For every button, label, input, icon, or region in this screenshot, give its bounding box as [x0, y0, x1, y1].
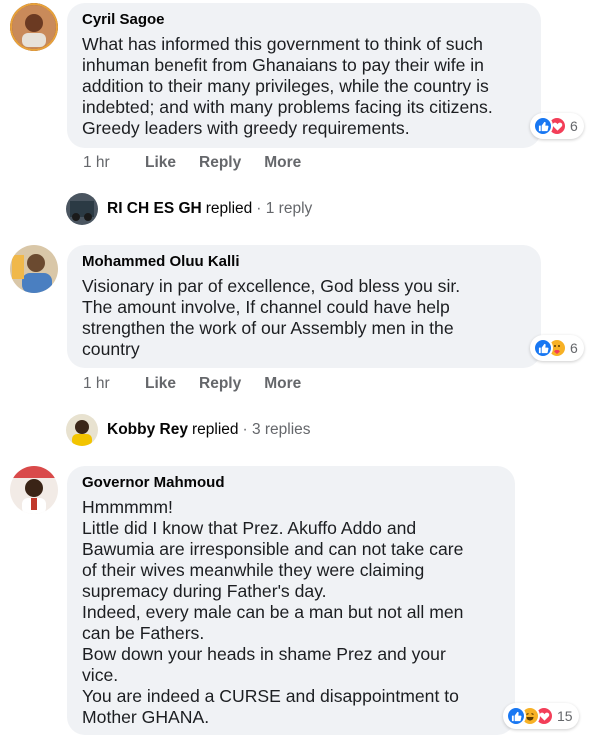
reply-author[interactable]: RI CH ES GH	[107, 200, 202, 218]
like-icon	[533, 338, 553, 358]
comment-bubble: Cyril Sagoe What has informed this gover…	[67, 3, 541, 148]
avatar[interactable]	[10, 245, 58, 293]
comment-time[interactable]: 1 hr	[83, 375, 145, 393]
view-replies-link[interactable]: RI CH ES GH replied · 1 reply	[66, 193, 312, 225]
avatar	[66, 414, 98, 446]
reaction-count: 15	[557, 708, 573, 724]
reply-author[interactable]: Kobby Rey	[107, 421, 188, 439]
avatar-image	[10, 245, 58, 293]
comment-author[interactable]: Mohammed Oluu Kalli	[82, 252, 525, 272]
like-icon	[506, 706, 526, 726]
avatar[interactable]	[10, 466, 58, 514]
comment-text: Visionary in par of excellence, God bles…	[82, 276, 461, 359]
reply-verb: replied	[205, 200, 253, 217]
comment-actions: 1 hr Like Reply More	[83, 375, 324, 393]
comment-actions: 1 hr Like Reply More	[83, 154, 324, 172]
like-icon	[533, 116, 553, 136]
comment-bubble: Mohammed Oluu Kalli Visionary in par of …	[67, 245, 541, 368]
reply-verb: replied	[191, 421, 239, 438]
more-button[interactable]: More	[264, 375, 301, 393]
avatar	[66, 193, 98, 225]
reply-button[interactable]: Reply	[199, 375, 241, 393]
reply-button[interactable]: Reply	[199, 154, 241, 172]
more-button[interactable]: More	[264, 154, 301, 172]
reaction-summary[interactable]: 6	[530, 113, 584, 139]
comment-author[interactable]: Cyril Sagoe	[82, 10, 525, 30]
comment-text: Hmmmmm! Little did I know that Prez. Aku…	[82, 497, 464, 727]
like-button[interactable]: Like	[145, 375, 176, 393]
comment-author[interactable]: Governor Mahmoud	[82, 473, 499, 493]
comment-bubble: Governor Mahmoud Hmmmmm! Little did I kn…	[67, 466, 515, 735]
avatar-image	[10, 3, 58, 51]
reaction-count: 6	[570, 118, 578, 134]
reaction-summary[interactable]: 15	[503, 703, 579, 729]
reaction-summary[interactable]: 6	[530, 335, 584, 361]
avatar[interactable]	[10, 3, 58, 51]
reply-count: · 1 reply	[256, 200, 313, 217]
comment-text: What has informed this government to thi…	[82, 34, 493, 138]
comment-time[interactable]: 1 hr	[83, 154, 145, 172]
reply-count: · 3 replies	[242, 421, 311, 438]
view-replies-link[interactable]: Kobby Rey replied · 3 replies	[66, 414, 311, 446]
like-button[interactable]: Like	[145, 154, 176, 172]
avatar-image	[10, 466, 58, 514]
reaction-count: 6	[570, 340, 578, 356]
